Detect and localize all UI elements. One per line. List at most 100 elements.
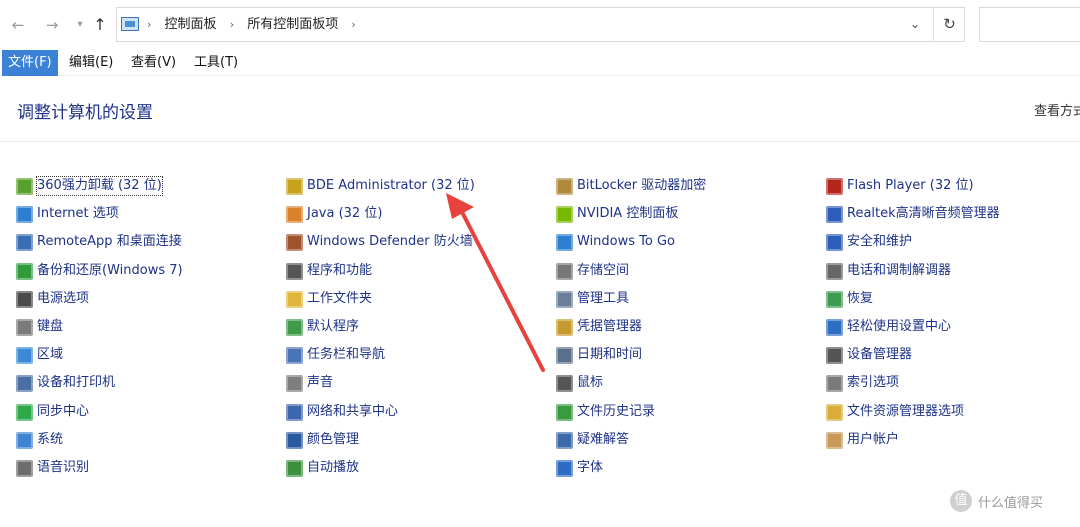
control-panel-item[interactable]: 日期和时间 [556,344,642,366]
control-panel-item-label: 安全和维护 [847,234,913,249]
control-panel-item[interactable]: Java (32 位) [286,203,382,225]
address-bar[interactable]: › 控制面板 › 所有控制面板项 › ⌄ ↻ [116,7,965,42]
control-panel-item[interactable]: 安全和维护 [826,231,912,253]
back-arrow-icon[interactable]: ← [8,14,28,36]
breadcrumb-separator-icon[interactable]: › [147,18,151,31]
control-panel-item[interactable]: 电话和调制解调器 [826,260,951,282]
modem-icon [826,262,843,280]
watermark-text: 什么值得买 [978,495,1044,511]
breadcrumb-separator-icon[interactable]: › [230,18,234,31]
control-panel-item[interactable]: Windows Defender 防火墙 [286,231,473,253]
control-panel-item-label: 管理工具 [577,291,630,306]
flash-icon [826,177,843,195]
nvidia-icon [556,205,573,223]
control-panel-item[interactable]: 设备和打印机 [16,372,115,394]
control-panel-item-label: 电源选项 [37,291,90,306]
control-panel-item-label: 文件历史记录 [577,404,656,419]
up-arrow-icon[interactable]: ↑ [90,14,110,36]
control-panel-item[interactable]: 管理工具 [556,288,629,310]
control-panel-item[interactable]: Flash Player (32 位) [826,175,974,197]
control-panel-item[interactable]: 字体 [556,457,603,479]
control-panel-icon [121,17,139,31]
breadcrumb-separator-icon[interactable]: › [351,18,355,31]
refresh-icon[interactable]: ↻ [933,8,965,41]
control-panel-item[interactable]: NVIDIA 控制面板 [556,203,678,225]
control-panel-item-label: 任务栏和导航 [307,347,386,362]
menu-view[interactable]: 查看(V) [125,50,182,76]
control-panel-item[interactable]: 鼠标 [556,372,603,394]
taskbar-icon [286,346,303,364]
control-panel-item[interactable]: 备份和还原(Windows 7) [16,260,183,282]
control-panel-item[interactable]: 任务栏和导航 [286,344,385,366]
control-panel-item-label: 疑难解答 [577,432,630,447]
control-panel-item[interactable]: 颜色管理 [286,429,359,451]
menu-tools[interactable]: 工具(T) [188,50,244,76]
recent-locations-chevron-icon[interactable]: ▾ [70,14,90,36]
header-divider [0,141,1080,142]
view-by-label[interactable]: 查看方式 [1034,100,1080,119]
control-panel-item[interactable]: 文件历史记录 [556,401,655,423]
control-panel-item[interactable]: Realtek高清晰音频管理器 [826,203,1000,225]
bde-admin-icon [286,177,303,195]
control-panel-item[interactable]: 存储空间 [556,260,629,282]
search-input[interactable] [979,7,1080,42]
indexing-icon [826,374,843,392]
control-panel-item[interactable]: 文件资源管理器选项 [826,401,964,423]
control-panel-item[interactable]: 系统 [16,429,63,451]
control-panel-item[interactable]: 轻松使用设置中心 [826,316,951,338]
control-panel-item[interactable]: 用户帐户 [826,429,899,451]
internet-options-icon [16,205,33,223]
control-panel-item[interactable]: 自动播放 [286,457,359,479]
control-panel-item-label: Flash Player (32 位) [847,178,974,193]
control-panel-item-label: Realtek高清晰音频管理器 [847,206,1000,221]
control-panel-item[interactable]: 恢复 [826,288,873,310]
forward-arrow-icon[interactable]: → [42,14,62,36]
default-programs-icon [286,318,303,336]
credential-icon [556,318,573,336]
control-panel-item[interactable]: 360强力卸载 (32 位) [16,175,163,197]
admin-tools-icon [556,290,573,308]
menu-file[interactable]: 文件(F) [2,50,58,76]
control-panel-item[interactable]: 程序和功能 [286,260,372,282]
control-panel-item-label: 文件资源管理器选项 [847,404,965,419]
menu-edit[interactable]: 编辑(E) [63,50,119,76]
backup-icon [16,262,33,280]
font-icon [556,459,573,477]
control-panel-item-label: 360强力卸载 (32 位) [36,176,163,196]
control-panel-item[interactable]: BDE Administrator (32 位) [286,175,475,197]
control-panel-item-label: 颜色管理 [307,432,360,447]
control-panel-item[interactable]: 区域 [16,344,63,366]
control-panel-item-label: Windows Defender 防火墙 [307,234,473,249]
control-panel-item[interactable]: 索引选项 [826,372,899,394]
device-manager-icon [826,346,843,364]
control-panel-item[interactable]: 键盘 [16,316,63,338]
speaker-icon [286,374,303,392]
control-panel-item[interactable]: 设备管理器 [826,344,912,366]
control-panel-item[interactable]: 疑难解答 [556,429,629,451]
control-panel-item[interactable]: BitLocker 驱动器加密 [556,175,706,197]
control-panel-item-label: Windows To Go [577,234,676,249]
control-panel-item-label: 自动播放 [307,460,360,475]
control-panel-item-label: 恢复 [847,291,874,306]
control-panel-item-label: 键盘 [37,319,64,334]
control-panel-item[interactable]: 默认程序 [286,316,359,338]
control-panel-item[interactable]: 语音识别 [16,457,89,479]
color-management-icon [286,431,303,449]
control-panel-item[interactable]: 凭据管理器 [556,316,642,338]
control-panel-item[interactable]: 网络和共享中心 [286,401,398,423]
control-panel-item[interactable]: RemoteApp 和桌面连接 [16,231,182,253]
address-dropdown-chevron-icon[interactable]: ⌄ [903,8,927,41]
control-panel-item[interactable]: 电源选项 [16,288,89,310]
control-panel-item[interactable]: 工作文件夹 [286,288,372,310]
control-panel-item-label: 电话和调制解调器 [847,263,952,278]
control-panel-item[interactable]: Internet 选项 [16,203,119,225]
page-title: 调整计算机的设置 [17,103,153,123]
control-panel-item[interactable]: Windows To Go [556,231,675,253]
power-icon [16,290,33,308]
breadcrumb-all-items[interactable]: 所有控制面板项 [247,17,338,32]
control-panel-item[interactable]: 声音 [286,372,333,394]
control-panel-item-label: 存储空间 [577,263,630,278]
control-panel-item-label: NVIDIA 控制面板 [577,206,679,221]
breadcrumb-control-panel[interactable]: 控制面板 [165,17,217,32]
control-panel-item[interactable]: 同步中心 [16,401,89,423]
